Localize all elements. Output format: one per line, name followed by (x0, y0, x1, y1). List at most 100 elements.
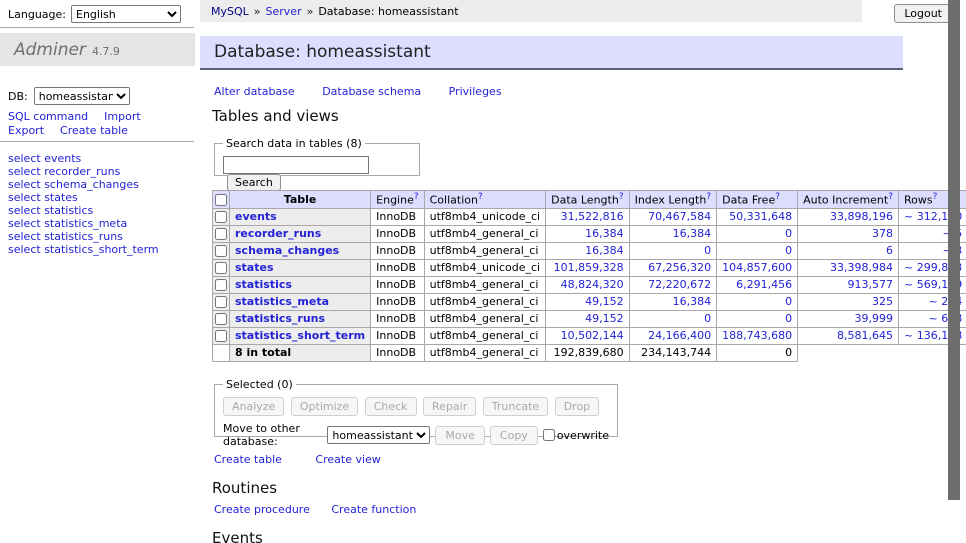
vertical-scrollbar[interactable] (948, 0, 960, 543)
cell-link[interactable]: 0 (704, 312, 711, 325)
create-table-link[interactable]: Create table (214, 453, 282, 466)
table-name-link[interactable]: statistics_runs (235, 312, 325, 325)
table-name-link[interactable]: statistics_meta (235, 295, 329, 308)
row-checkbox[interactable] (215, 279, 227, 291)
help-link[interactable]: ? (933, 192, 938, 202)
analyze-button[interactable]: Analyze (223, 397, 284, 416)
db-select[interactable]: homeassistant (34, 87, 130, 105)
cell-link[interactable]: 0 (785, 244, 792, 257)
repair-button[interactable]: Repair (423, 397, 476, 416)
cell-link[interactable]: 188,743,680 (722, 329, 792, 342)
truncate-button[interactable]: Truncate (483, 397, 548, 416)
table-link[interactable]: statistics_runs (44, 230, 123, 243)
row-checkbox[interactable] (215, 313, 227, 325)
optimize-button[interactable]: Optimize (291, 397, 358, 416)
search-input[interactable] (223, 156, 369, 174)
search-button[interactable]: Search (227, 174, 281, 191)
sidebar-link-import[interactable]: Import (104, 110, 141, 123)
check-button[interactable]: Check (365, 397, 417, 416)
select-link[interactable]: select (8, 204, 41, 217)
overwrite-checkbox[interactable] (543, 429, 555, 441)
cell-link[interactable]: 33,898,196 (830, 210, 893, 223)
table-link[interactable]: statistics_short_term (44, 243, 158, 256)
help-link[interactable]: ? (775, 192, 780, 202)
cell-link[interactable]: 378 (872, 227, 893, 240)
language-select[interactable]: English (71, 5, 181, 23)
select-link[interactable]: select (8, 178, 41, 191)
drop-button[interactable]: Drop (555, 397, 599, 416)
table-name-link[interactable]: schema_changes (235, 244, 339, 257)
select-link[interactable]: select (8, 165, 41, 178)
sidebar-link-export[interactable]: Export (8, 124, 44, 137)
privileges-link[interactable]: Privileges (449, 85, 502, 98)
select-link[interactable]: select (8, 152, 41, 165)
breadcrumb-server-link[interactable]: Server (266, 5, 302, 18)
cell-link[interactable]: 6 (886, 244, 893, 257)
cell-link[interactable]: 913,577 (848, 278, 894, 291)
create-procedure-link[interactable]: Create procedure (214, 503, 310, 516)
cell-link[interactable]: 39,999 (855, 312, 894, 325)
sidebar-link-sql-command[interactable]: SQL command (8, 110, 88, 123)
help-link[interactable]: ? (478, 192, 483, 202)
cell-link[interactable]: 6,291,456 (736, 278, 792, 291)
table-link[interactable]: schema_changes (44, 178, 139, 191)
row-checkbox[interactable] (215, 330, 227, 342)
cell-link[interactable]: 33,398,984 (830, 261, 893, 274)
table-name-link[interactable]: recorder_runs (235, 227, 321, 240)
database-schema-link[interactable]: Database schema (322, 85, 421, 98)
row-checkbox[interactable] (215, 228, 227, 240)
help-link[interactable]: ? (619, 192, 624, 202)
table-link[interactable]: statistics_meta (44, 217, 127, 230)
logout-button[interactable]: Logout (894, 4, 952, 23)
move-db-select[interactable]: homeassistant (327, 426, 430, 444)
cell-link[interactable]: 70,467,584 (648, 210, 711, 223)
cell-link[interactable]: 72,220,672 (648, 278, 711, 291)
create-function-link[interactable]: Create function (331, 503, 416, 516)
cell-link[interactable]: 0 (785, 295, 792, 308)
cell-link[interactable]: 0 (704, 244, 711, 257)
table-name-link[interactable]: states (235, 261, 274, 274)
row-checkbox[interactable] (215, 262, 227, 274)
cell-link[interactable]: 49,152 (585, 295, 624, 308)
cell-link[interactable]: 104,857,600 (722, 261, 792, 274)
table-link[interactable]: recorder_runs (44, 165, 120, 178)
cell-link[interactable]: 16,384 (673, 295, 712, 308)
table-name-link[interactable]: events (235, 210, 277, 223)
table-link[interactable]: statistics (44, 204, 93, 217)
sidebar-link-create-table[interactable]: Create table (60, 124, 128, 137)
cell-link[interactable]: 0 (785, 312, 792, 325)
cell-link[interactable]: 101,859,328 (554, 261, 624, 274)
help-link[interactable]: ? (706, 192, 711, 202)
row-checkbox[interactable] (215, 211, 227, 223)
cell-link[interactable]: 50,331,648 (729, 210, 792, 223)
select-all-checkbox[interactable] (215, 194, 227, 206)
alter-database-link[interactable]: Alter database (214, 85, 295, 98)
cell-link[interactable]: 325 (872, 295, 893, 308)
select-link[interactable]: select (8, 191, 41, 204)
row-checkbox[interactable] (215, 296, 227, 308)
breadcrumb-mysql-link[interactable]: MySQL (211, 5, 249, 18)
scrollbar-thumb[interactable] (948, 0, 960, 500)
table-link[interactable]: events (44, 152, 81, 165)
cell-link[interactable]: 0 (785, 227, 792, 240)
cell-link[interactable]: 31,522,816 (561, 210, 624, 223)
move-button[interactable]: Move (435, 426, 485, 445)
help-link[interactable]: ? (414, 192, 419, 202)
table-name-link[interactable]: statistics (235, 278, 292, 291)
cell-link[interactable]: 16,384 (585, 227, 624, 240)
table-name-link[interactable]: statistics_short_term (235, 329, 365, 342)
help-link[interactable]: ? (888, 192, 893, 202)
cell-link[interactable]: 24,166,400 (648, 329, 711, 342)
cell-link[interactable]: 16,384 (585, 244, 624, 257)
copy-button[interactable]: Copy (490, 426, 538, 445)
cell-link[interactable]: 10,502,144 (561, 329, 624, 342)
table-link[interactable]: states (44, 191, 78, 204)
select-link[interactable]: select (8, 217, 41, 230)
cell-link[interactable]: 49,152 (585, 312, 624, 325)
select-link[interactable]: select (8, 243, 41, 256)
cell-link[interactable]: 16,384 (673, 227, 712, 240)
row-checkbox[interactable] (215, 245, 227, 257)
cell-link[interactable]: 48,824,320 (561, 278, 624, 291)
create-view-link[interactable]: Create view (315, 453, 380, 466)
select-link[interactable]: select (8, 230, 41, 243)
